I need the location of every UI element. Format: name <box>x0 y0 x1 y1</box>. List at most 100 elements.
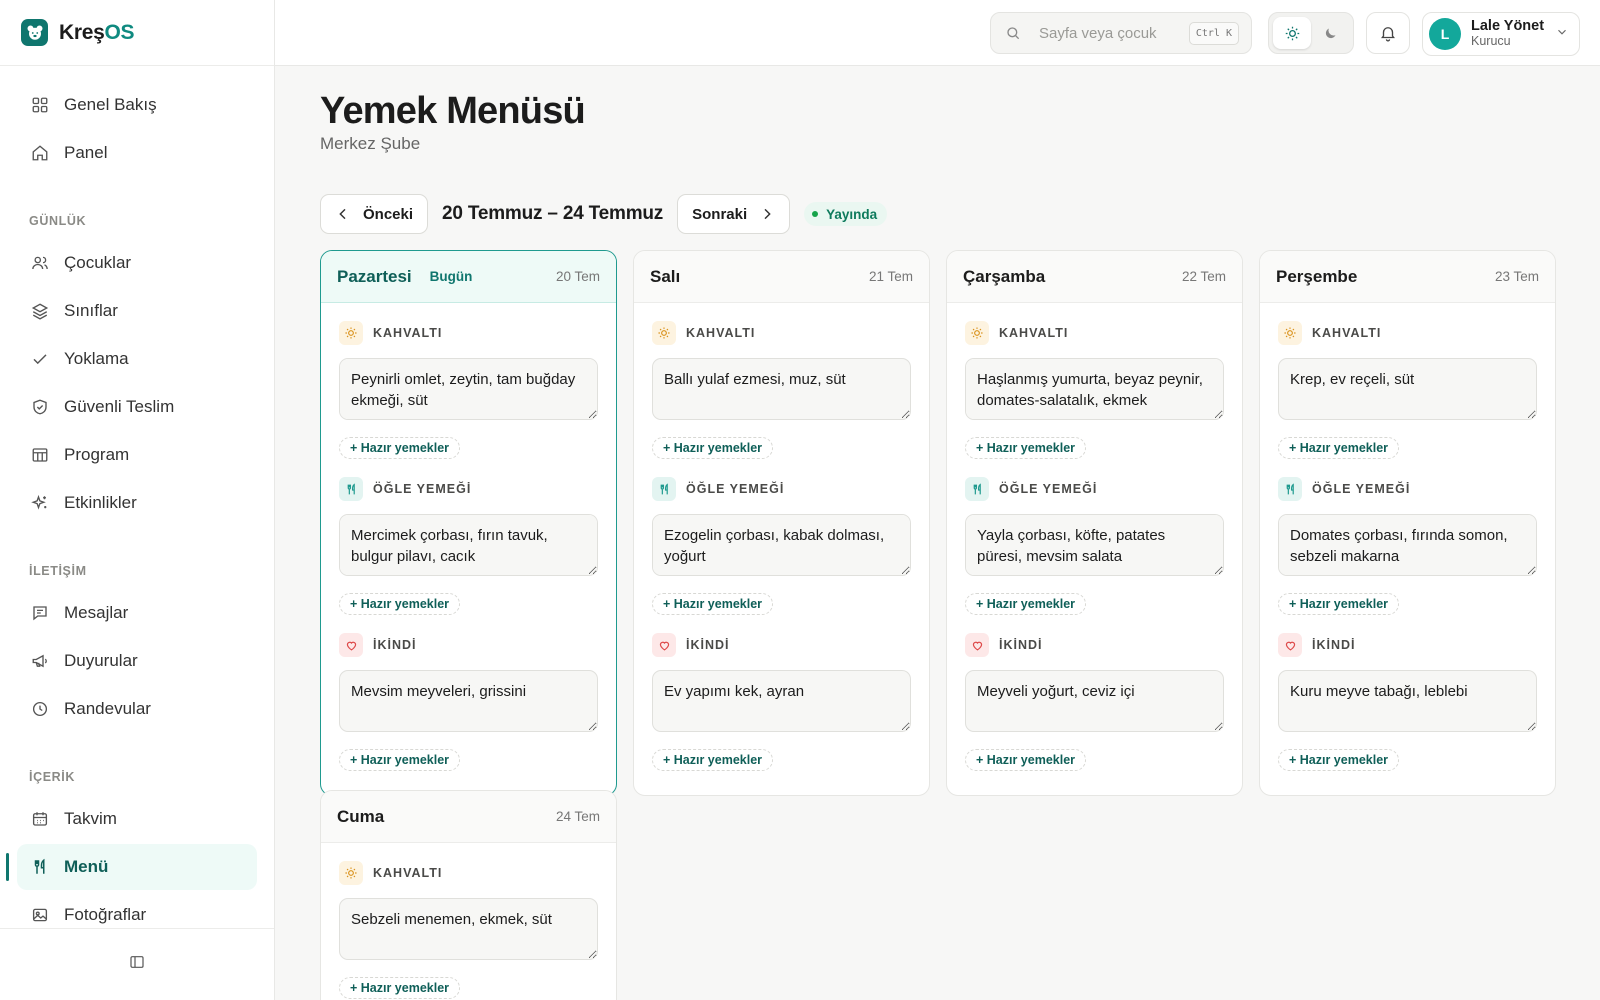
sidebar-item-messages[interactable]: Mesajlar <box>17 590 257 636</box>
sidebar-item-label: Takvim <box>64 809 117 828</box>
day-date: 20 Tem <box>555 269 600 284</box>
preset-meals-button[interactable]: + Hazır yemekler <box>652 437 774 459</box>
sidebar-item-attendance[interactable]: Yoklama <box>17 336 257 382</box>
breakfast-input[interactable]: Peynirli omlet, zeytin, tam buğday ekmeğ… <box>339 358 598 420</box>
heart-icon <box>652 633 676 657</box>
meal-label: KAHVALTI <box>999 326 1069 340</box>
sidebar-item-label: Fotoğraflar <box>64 905 147 924</box>
theme-toggle <box>1268 12 1354 54</box>
preset-meals-button[interactable]: + Hazır yemekler <box>1278 437 1400 459</box>
meal-breakfast: KAHVALTI Ballı yulaf ezmesi, muz, süt + … <box>652 321 911 459</box>
sidebar-item-label: Genel Bakış <box>64 95 157 114</box>
preset-meals-button[interactable]: + Hazır yemekler <box>339 593 461 615</box>
sun-icon <box>339 321 363 345</box>
brand-name: KreşOS <box>59 20 135 44</box>
preset-meals-button[interactable]: + Hazır yemekler <box>1278 593 1400 615</box>
meal-label: KAHVALTI <box>1312 326 1382 340</box>
clock-icon <box>30 699 50 719</box>
meal-header: İKİNDİ <box>339 633 598 657</box>
next-week-button[interactable]: Sonraki <box>677 194 791 234</box>
meal-label: ÖĞLE YEMEĞİ <box>373 482 472 496</box>
sidebar-item-panel[interactable]: Panel <box>17 130 257 176</box>
breakfast-input[interactable]: Krep, ev reçeli, süt <box>1278 358 1537 420</box>
snack-input[interactable]: Mevsim meyveleri, grissini <box>339 670 598 732</box>
sidebar-item-label: Mesajlar <box>64 603 129 622</box>
day-body: KAHVALTI Krep, ev reçeli, süt + Hazır ye… <box>1260 303 1555 795</box>
preset-meals-button[interactable]: + Hazır yemekler <box>339 977 461 999</box>
user-name: Lale Yönet <box>1471 18 1545 35</box>
snack-input[interactable]: Meyveli yoğurt, ceviz içi <box>965 670 1224 732</box>
meal-label: İKİNDİ <box>999 638 1043 652</box>
preset-meals-button[interactable]: + Hazır yemekler <box>965 593 1087 615</box>
meal-header: KAHVALTI <box>965 321 1224 345</box>
sidebar-item-classes[interactable]: Sınıflar <box>17 288 257 334</box>
sidebar-item-appointments[interactable]: Randevular <box>17 686 257 732</box>
search-input[interactable]: Sayfa veya çocuk Ctrl K <box>990 12 1252 54</box>
layers-icon <box>30 301 50 321</box>
preset-meals-button[interactable]: + Hazır yemekler <box>652 593 774 615</box>
sidebar-item-menu[interactable]: Menü <box>6 844 257 890</box>
bear-logo-icon <box>21 19 48 46</box>
sidebar-item-children[interactable]: Çocuklar <box>17 240 257 286</box>
snack-input[interactable]: Kuru meyve tabağı, leblebi <box>1278 670 1537 732</box>
preset-meals-button[interactable]: + Hazır yemekler <box>652 749 774 771</box>
previous-week-button[interactable]: Önceki <box>320 194 429 234</box>
lunch-input[interactable]: Mercimek çorbası, fırın tavuk, bulgur pi… <box>339 514 598 576</box>
user-menu[interactable]: L Lale Yönet Kurucu <box>1422 12 1580 56</box>
lunch-input[interactable]: Ezogelin çorbası, kabak dolması, yoğurt <box>652 514 911 576</box>
sidebar-item-announcements[interactable]: Duyurular <box>17 638 257 684</box>
sidebar-item-activities[interactable]: Etkinlikler <box>17 480 257 526</box>
status-badge: Yayında <box>804 202 888 226</box>
meal-breakfast: KAHVALTI Haşlanmış yumurta, beyaz peynir… <box>965 321 1224 459</box>
preset-meals-button[interactable]: + Hazır yemekler <box>1278 749 1400 771</box>
day-body: KAHVALTI Peynirli omlet, zeytin, tam buğ… <box>321 303 616 795</box>
week-range: 20 Temmuz – 24 Temmuz <box>442 203 664 224</box>
sidebar-section-title: İÇERİK <box>29 770 75 784</box>
sidebar-item-label: Çocuklar <box>64 253 132 272</box>
preset-meals-button[interactable]: + Hazır yemekler <box>965 437 1087 459</box>
day-name: Pazartesi <box>337 266 412 286</box>
fork-knife-icon <box>1278 477 1302 501</box>
sun-icon <box>1284 25 1301 42</box>
sidebar-toggle-icon[interactable] <box>129 954 145 975</box>
notifications-button[interactable] <box>1366 12 1410 54</box>
sidebar-item-program[interactable]: Program <box>17 432 257 478</box>
chevron-right-icon <box>759 206 775 222</box>
breakfast-input[interactable]: Ballı yulaf ezmesi, muz, süt <box>652 358 911 420</box>
user-meta: Lale Yönet Kurucu <box>1471 18 1555 49</box>
brand[interactable]: KreşOS <box>0 0 274 66</box>
calendar-icon <box>30 809 50 829</box>
sun-icon <box>339 861 363 885</box>
sidebar-item-calendar[interactable]: Takvim <box>17 796 257 842</box>
sidebar-item-safe-pickup[interactable]: Güvenli Teslim <box>17 384 257 430</box>
meal-header: KAHVALTI <box>339 861 598 885</box>
sidebar-item-overview[interactable]: Genel Bakış <box>17 82 257 128</box>
meal-lunch: ÖĞLE YEMEĞİ Mercimek çorbası, fırın tavu… <box>339 477 598 615</box>
lunch-input[interactable]: Domates çorbası, fırında somon, sebzeli … <box>1278 514 1537 576</box>
day-name: Çarşamba <box>963 266 1046 286</box>
breakfast-input[interactable]: Haşlanmış yumurta, beyaz peynir, domates… <box>965 358 1224 420</box>
lunch-input[interactable]: Yayla çorbası, köfte, patates püresi, me… <box>965 514 1224 576</box>
preset-meals-button[interactable]: + Hazır yemekler <box>339 749 461 771</box>
meal-header: KAHVALTI <box>652 321 911 345</box>
meal-label: ÖĞLE YEMEĞİ <box>1312 482 1411 496</box>
dark-mode-button[interactable] <box>1311 17 1349 49</box>
light-mode-button[interactable] <box>1273 17 1311 49</box>
day-header: Salı 21 Tem <box>634 251 929 303</box>
image-icon <box>30 905 50 925</box>
check-icon <box>30 349 50 369</box>
day-name: Salı <box>650 266 681 286</box>
breakfast-input[interactable]: Sebzeli menemen, ekmek, süt <box>339 898 598 960</box>
snack-input[interactable]: Ev yapımı kek, ayran <box>652 670 911 732</box>
preset-meals-button[interactable]: + Hazır yemekler <box>965 749 1087 771</box>
meal-lunch: ÖĞLE YEMEĞİ Ezogelin çorbası, kabak dolm… <box>652 477 911 615</box>
preset-meals-button[interactable]: + Hazır yemekler <box>339 437 461 459</box>
today-badge: Bugün <box>429 269 473 284</box>
sun-icon <box>652 321 676 345</box>
fork-knife-icon <box>652 477 676 501</box>
day-date: 22 Tem <box>1181 269 1226 284</box>
sidebar-item-label: Randevular <box>64 699 151 718</box>
day-card-thursday: Perşembe 23 Tem KAHVALTI Krep, ev reçeli… <box>1259 250 1556 796</box>
meal-header: İKİNDİ <box>652 633 911 657</box>
chevron-left-icon <box>335 206 351 222</box>
